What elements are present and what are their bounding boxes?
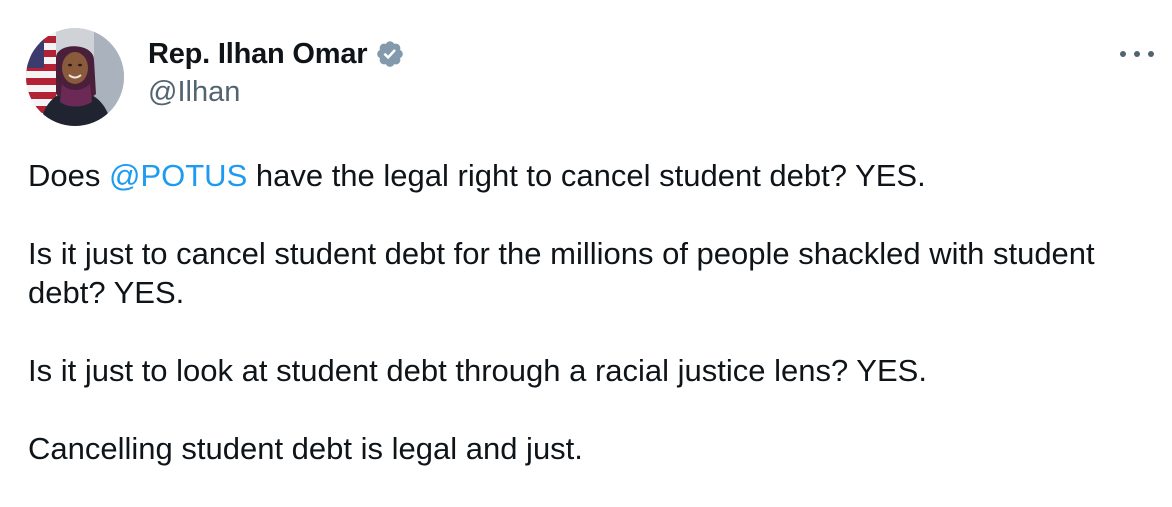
tweet-paragraph-2: Is it just to cancel student debt for th… (28, 236, 1095, 310)
mention-link[interactable]: @POTUS (109, 158, 247, 193)
text-segment: Does (28, 158, 109, 193)
author-display-name[interactable]: Rep. Ilhan Omar (148, 38, 368, 71)
tweet-text: Does @POTUS have the legal right to canc… (28, 156, 1148, 507)
text-segment: have the legal right to cancel student d… (247, 158, 926, 193)
verified-badge-icon (375, 39, 405, 69)
author-handle[interactable]: @Ilhan (148, 76, 240, 109)
more-dot (1134, 51, 1140, 57)
author-name-row: Rep. Ilhan Omar (148, 34, 405, 74)
tweet-paragraph-1: Does @POTUS have the legal right to canc… (28, 156, 1148, 195)
tweet-card: Rep. Ilhan Omar @Ilhan Does @POTUS have … (0, 0, 1172, 482)
more-dot (1148, 51, 1154, 57)
more-options-icon[interactable] (1120, 44, 1154, 64)
more-dot (1120, 51, 1126, 57)
tweet-paragraph-3: Is it just to look at student debt throu… (28, 353, 927, 388)
tweet-paragraph-4: Cancelling student debt is legal and jus… (28, 431, 583, 466)
profile-photo (26, 28, 124, 126)
avatar[interactable] (26, 28, 124, 126)
